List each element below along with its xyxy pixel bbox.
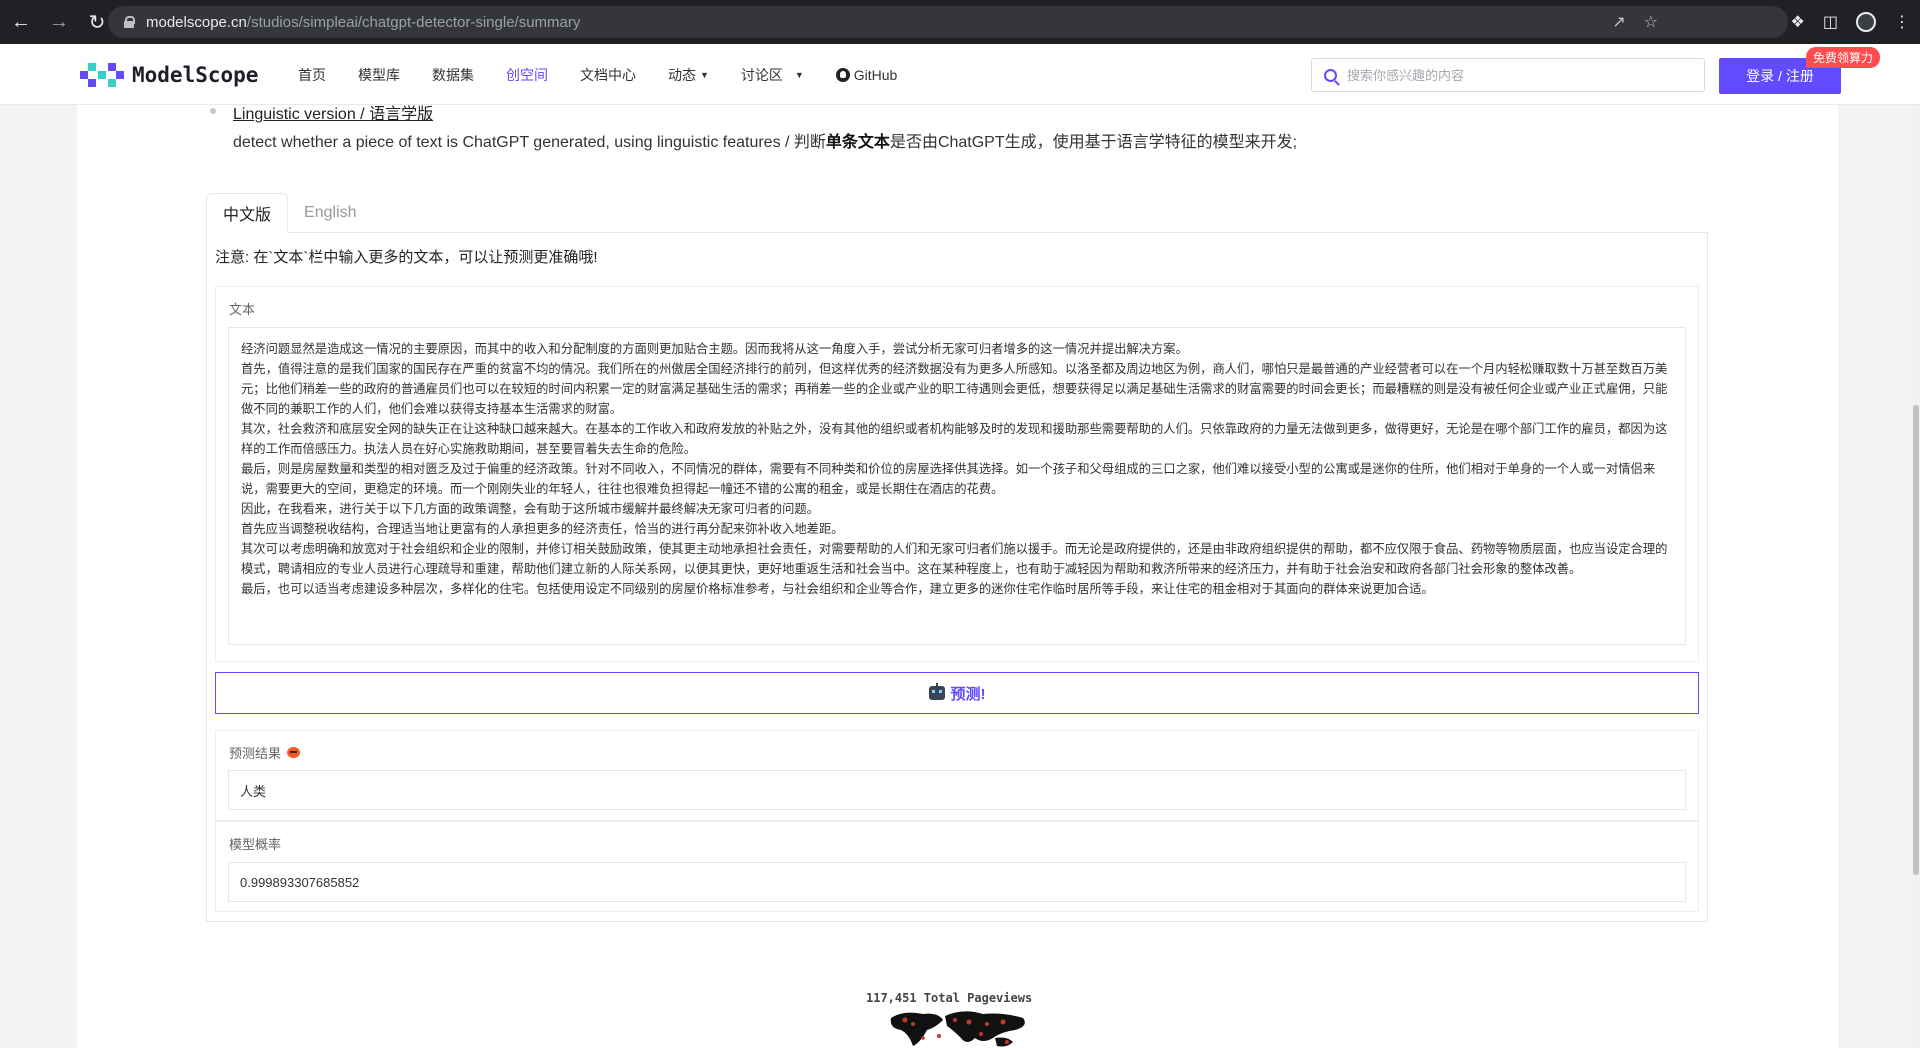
visitor-world-map: [890, 1011, 1025, 1047]
logo-text: ModelScope: [132, 63, 259, 87]
prediction-result-output: 人类: [228, 770, 1686, 810]
linguistic-version-description: detect whether a piece of text is ChatGP…: [233, 134, 1298, 151]
text-paragraph: 最后，也可以适当考虑建设多种层次，多样化的住宅。包括使用设定不同级别的房屋价格标…: [241, 582, 1434, 596]
text-paragraph: 最后，则是房屋数量和类型的相对匮乏及过于偏重的经济政策。针对不同收入，不同情况的…: [241, 462, 1656, 496]
nav-studios[interactable]: 创空间: [506, 65, 548, 85]
forward-arrow-icon[interactable]: →: [42, 5, 76, 39]
list-bullet: [210, 108, 216, 114]
robot-icon: [928, 683, 945, 700]
probability-block: 模型概率 0.999893307685852: [215, 821, 1699, 912]
nav-home[interactable]: 首页: [298, 65, 326, 85]
pumpkin-icon: [287, 747, 301, 758]
search-icon: [1324, 68, 1337, 82]
browser-toolbar: ← → ↻ modelscope.cn/studios/simpleai/cha…: [0, 0, 1920, 44]
predict-button-label: 预测!: [950, 685, 986, 703]
browser-menu-icon[interactable]: ⋮: [1894, 12, 1910, 32]
side-panel-icon[interactable]: ◫: [1823, 12, 1838, 32]
text-input-block: 文本 经济问题显然是造成这一情况的主要原因，而其中的收入和分配制度的方面则更加贴…: [215, 286, 1699, 662]
text-input-label: 文本: [229, 302, 256, 317]
bookmark-star-icon[interactable]: ☆: [1644, 12, 1658, 32]
free-compute-badge[interactable]: 免费领算力: [1806, 47, 1881, 68]
profile-avatar-icon[interactable]: [1856, 12, 1876, 32]
tab-english[interactable]: English: [288, 193, 372, 233]
back-arrow-icon[interactable]: ←: [4, 5, 38, 39]
linguistic-version-link[interactable]: Linguistic version / 语言学版: [233, 100, 433, 124]
nav-github[interactable]: GitHub: [835, 67, 897, 83]
caret-down-icon: ▼: [700, 69, 709, 80]
nav-docs[interactable]: 文档中心: [580, 65, 636, 85]
search-input[interactable]: [1347, 67, 1677, 83]
logo-mark-icon: [80, 62, 124, 88]
nav-datasets[interactable]: 数据集: [432, 65, 474, 85]
probability-output: 0.999893307685852: [228, 862, 1686, 902]
nav-activity[interactable]: 动态 ▼: [668, 65, 709, 85]
text-paragraph: 其次可以考虑明确和放宽对于社会组织和企业的限制，并修订相关鼓励政策，使其更主动地…: [241, 542, 1668, 576]
extensions-puzzle-icon[interactable]: ❖: [1791, 12, 1805, 32]
pageviews-counter: 117,451 Total Pageviews: [866, 991, 1033, 1005]
text-input[interactable]: 经济问题显然是造成这一情况的主要原因，而其中的收入和分配制度的方面则更加贴合主题…: [228, 327, 1686, 645]
prediction-result-block: 预测结果 人类: [215, 730, 1699, 821]
language-tabs: 中文版 English: [206, 193, 373, 233]
address-bar[interactable]: modelscope.cn/studios/simpleai/chatgpt-d…: [108, 6, 1788, 38]
lock-icon: [124, 16, 135, 28]
caret-down-icon: ▼: [794, 69, 804, 80]
input-note: 注意: 在`文本`栏中输入更多的文本，可以让预测更准确哦!: [215, 249, 598, 266]
site-header: ModelScope 首页 模型库 数据集 创空间 文档中心 动态 ▼ 讨论区 ▼…: [0, 44, 1920, 105]
github-icon: [835, 67, 850, 82]
probability-label: 模型概率: [229, 837, 282, 852]
main-nav: 首页 模型库 数据集 创空间 文档中心 动态 ▼ 讨论区 ▼ GitHub: [298, 44, 929, 105]
scrollbar-thumb[interactable]: [1913, 405, 1919, 875]
text-paragraph: 首先，值得注意的是我们国家的国民存在严重的贫富不均的情况。我们所在的州傲居全国经…: [241, 362, 1668, 416]
text-paragraph: 其次，社会救济和底层安全网的缺失正在让这种缺口越来越大。在基本的工作收入和政府发…: [241, 422, 1668, 456]
text-paragraph: 因此，在我看来，进行关于以下几方面的政策调整，会有助于这所城市缓解并最终解决无家…: [241, 502, 819, 516]
nav-models[interactable]: 模型库: [358, 65, 400, 85]
share-icon[interactable]: ↗: [1612, 12, 1625, 32]
modelscope-logo[interactable]: ModelScope: [80, 62, 258, 88]
predict-button[interactable]: 预测!: [215, 672, 1699, 714]
prediction-result-label: 预测结果: [229, 743, 301, 762]
text-paragraph: 经济问题显然是造成这一情况的主要原因，而其中的收入和分配制度的方面则更加贴合主题…: [241, 342, 1188, 356]
nav-forum[interactable]: 讨论区 ▼: [741, 65, 804, 85]
url-text: modelscope.cn/studios/simpleai/chatgpt-d…: [146, 13, 581, 31]
tab-chinese[interactable]: 中文版: [206, 193, 289, 233]
site-search[interactable]: [1311, 58, 1705, 92]
text-paragraph: 首先应当调整税收结构，合理适当地让更富有的人承担更多的经济责任，恰当的进行再分配…: [241, 522, 844, 536]
